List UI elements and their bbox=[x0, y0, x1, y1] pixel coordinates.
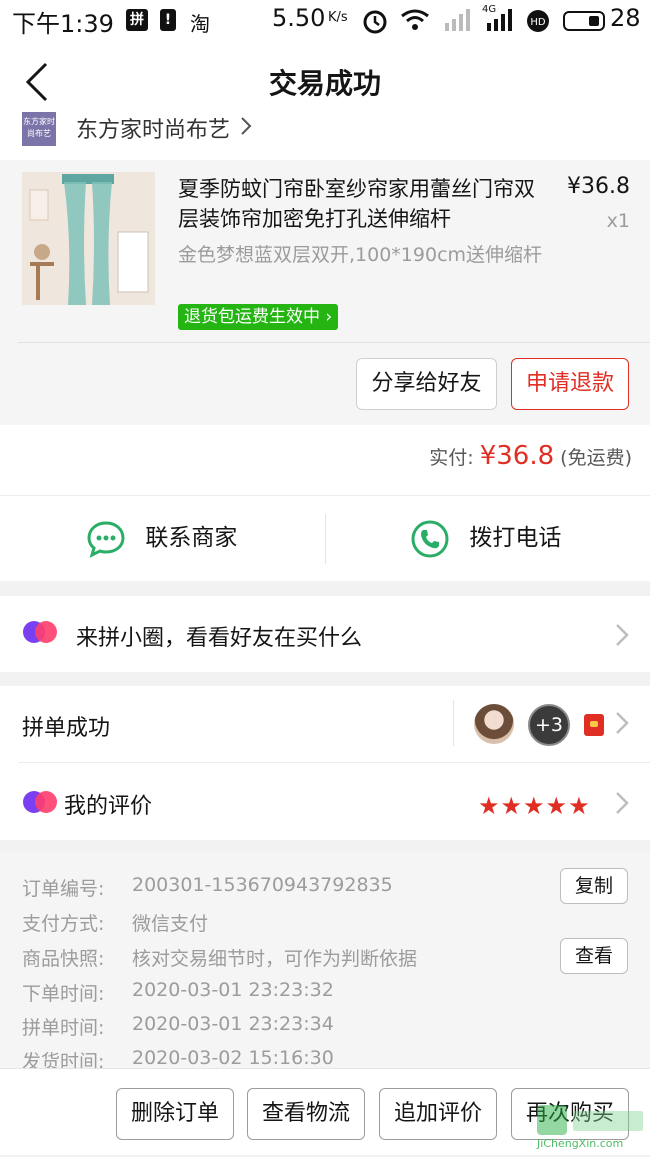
pin-circle-logo-icon bbox=[23, 621, 57, 643]
group-time-value: 2020-03-01 23:23:34 bbox=[132, 1013, 334, 1035]
group-success-label: 拼单成功 bbox=[22, 716, 111, 741]
product-card[interactable]: 夏季防蚊门帘卧室纱帘家用蕾丝门帘双层装饰帘加密免打孔送伸缩杆 ¥36.8 x1 … bbox=[0, 160, 650, 425]
payment-summary: 实付: ¥36.8 (免运费) bbox=[0, 425, 650, 495]
friend-circle-row[interactable]: 来拼小圈，看看好友在买什么 bbox=[0, 596, 650, 672]
order-info: 订单编号: 200301-153670943792835 复制 支付方式: 微信… bbox=[0, 852, 650, 1072]
watermark-text: JiChengXin.com bbox=[537, 1137, 624, 1150]
hd-icon: HD bbox=[527, 10, 549, 32]
store-row[interactable]: 东方家时尚布艺 东方家时尚布艺 bbox=[0, 112, 650, 160]
payment-label: 实付: bbox=[429, 447, 474, 469]
avatar bbox=[474, 704, 514, 744]
signal-weak-icon bbox=[445, 9, 470, 31]
watermark: JiChengXin.com bbox=[535, 1103, 647, 1153]
return-shipping-badge-label: 退货包运费生效中 bbox=[184, 307, 320, 327]
product-spec: 金色梦想蓝双层双开,100*190cm送伸缩杆 bbox=[178, 244, 543, 266]
alert-notification-icon: ! bbox=[160, 9, 176, 31]
divider bbox=[18, 342, 650, 343]
svg-text:HD: HD bbox=[530, 17, 546, 28]
payment-note: (免运费) bbox=[560, 447, 632, 469]
chevron-right-icon: › bbox=[325, 307, 333, 327]
call-phone-button[interactable]: 拨打电话 bbox=[410, 518, 561, 558]
snapshot-label: 商品快照: bbox=[22, 948, 105, 970]
alarm-icon bbox=[363, 10, 387, 34]
add-review-button[interactable]: 追加评价 bbox=[379, 1088, 497, 1140]
my-review-label: 我的评价 bbox=[64, 794, 153, 819]
return-shipping-badge[interactable]: 退货包运费生效中 › bbox=[178, 304, 339, 330]
share-button[interactable]: 分享给好友 bbox=[356, 358, 497, 410]
taobao-notification-icon: 淘 bbox=[190, 12, 210, 36]
call-phone-label: 拨打电话 bbox=[469, 525, 562, 551]
chevron-right-icon bbox=[616, 792, 629, 814]
status-bar: 下午1:39 拼 ! 淘 5.50 K/s 4G HD 28 bbox=[0, 0, 650, 40]
view-logistics-button[interactable]: 查看物流 bbox=[247, 1088, 365, 1140]
network-speed-unit: K/s bbox=[328, 10, 348, 25]
product-image[interactable] bbox=[22, 172, 155, 305]
view-snapshot-button[interactable]: 查看 bbox=[560, 938, 628, 974]
wifi-icon bbox=[401, 9, 429, 30]
friend-circle-label: 来拼小圈，看看好友在买什么 bbox=[76, 626, 363, 651]
divider bbox=[325, 514, 326, 564]
payment-method-label: 支付方式: bbox=[22, 913, 105, 935]
product-title[interactable]: 夏季防蚊门帘卧室纱帘家用蕾丝门帘双层装饰帘加密免打孔送伸缩杆 bbox=[178, 174, 548, 234]
contact-merchant-button[interactable]: 联系商家 bbox=[86, 518, 237, 558]
divider bbox=[18, 762, 650, 763]
status-time: 下午1:39 bbox=[12, 10, 114, 38]
battery-icon bbox=[563, 11, 605, 31]
red-packet-icon bbox=[584, 714, 604, 736]
payment-amount: ¥36.8 bbox=[479, 441, 555, 471]
group-time-label: 拼单时间: bbox=[22, 1017, 105, 1039]
chevron-right-icon bbox=[241, 117, 252, 135]
copy-button[interactable]: 复制 bbox=[560, 868, 628, 904]
order-time-value: 2020-03-01 23:23:32 bbox=[132, 979, 334, 1001]
chat-bubble-icon bbox=[87, 520, 125, 558]
order-number-value: 200301-153670943792835 bbox=[132, 874, 393, 896]
store-logo: 东方家时尚布艺 bbox=[22, 112, 56, 146]
pinduoduo-notification-icon: 拼 bbox=[126, 9, 148, 31]
group-review-section: 拼单成功 +3 我的评价 ★★★★★ bbox=[0, 686, 650, 840]
delete-order-button[interactable]: 删除订单 bbox=[116, 1088, 234, 1140]
chevron-right-icon bbox=[616, 624, 629, 646]
network-speed: 5.50 bbox=[272, 4, 326, 32]
chevron-right-icon bbox=[616, 712, 629, 734]
store-name[interactable]: 东方家时尚布艺 bbox=[76, 112, 230, 144]
phone-icon bbox=[411, 520, 449, 557]
contact-merchant-label: 联系商家 bbox=[145, 525, 238, 551]
pin-circle-logo-icon bbox=[23, 791, 57, 813]
signal-icon bbox=[487, 9, 512, 31]
nav-bar: 交易成功 bbox=[0, 40, 650, 120]
contact-row: 联系商家 拨打电话 bbox=[0, 495, 650, 581]
product-quantity: x1 bbox=[606, 210, 630, 232]
page-title: 交易成功 bbox=[268, 67, 381, 100]
refund-button[interactable]: 申请退款 bbox=[511, 358, 629, 410]
order-time-label: 下单时间: bbox=[22, 983, 105, 1005]
snapshot-value: 核对交易细节时，可作为判断依据 bbox=[132, 948, 418, 970]
avatar-more: +3 bbox=[528, 704, 570, 746]
battery-level: 28 bbox=[610, 4, 641, 32]
divider bbox=[453, 700, 454, 746]
ship-time-value: 2020-03-02 15:16:30 bbox=[132, 1047, 334, 1069]
payment-line: 实付: ¥36.8 (免运费) bbox=[429, 441, 632, 471]
order-number-label: 订单编号: bbox=[22, 878, 105, 900]
rating-stars: ★★★★★ bbox=[478, 792, 591, 820]
payment-method-value: 微信支付 bbox=[132, 913, 209, 935]
product-price: ¥36.8 bbox=[567, 174, 630, 199]
